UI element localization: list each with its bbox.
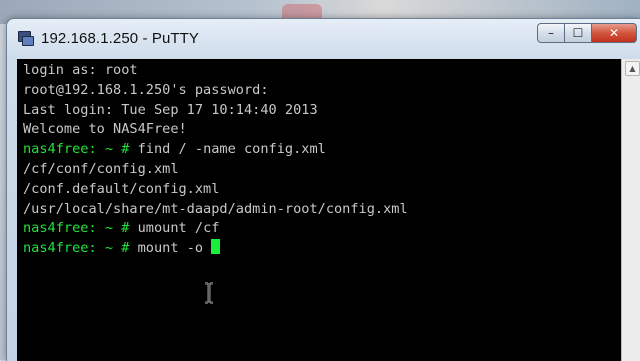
- scroll-up-arrow-icon[interactable]: ▲: [625, 61, 640, 76]
- shell-prompt: nas4free: ~ #: [23, 141, 130, 158]
- shell-command: mount -o: [129, 240, 212, 257]
- terminal-output: login as: root root@192.168.1.250's passw…: [23, 61, 408, 259]
- terminal-line: nas4free: ~ # find / -name config.xml: [23, 140, 408, 160]
- shell-command: umount /cf: [129, 220, 220, 237]
- output-text: Welcome to NAS4Free!: [23, 121, 187, 138]
- terminal-line: /cf/conf/config.xml: [23, 160, 408, 180]
- terminal-line: nas4free: ~ # umount /cf: [23, 219, 408, 239]
- scrollbar[interactable]: ▲: [621, 59, 640, 361]
- terminal-line: /usr/local/share/mt-daapd/admin-root/con…: [23, 200, 408, 220]
- terminal-cursor: [211, 239, 221, 255]
- maximize-button[interactable]: ☐: [565, 23, 592, 43]
- shell-prompt: nas4free: ~ #: [23, 220, 130, 237]
- terminal-area[interactable]: login as: root root@192.168.1.250's passw…: [17, 59, 621, 361]
- window-controls: – ☐ ✕: [537, 23, 637, 43]
- terminal-line: Welcome to NAS4Free!: [23, 120, 408, 140]
- shell-command: find / -name config.xml: [129, 141, 326, 158]
- title-bar[interactable]: 192.168.1.250 - PuTTY – ☐ ✕: [7, 19, 640, 57]
- output-text: Last login: Tue Sep 17 10:14:40 2013: [23, 101, 318, 118]
- terminal-line: root@192.168.1.250's password:: [23, 81, 408, 101]
- output-text: /conf.default/config.xml: [23, 180, 220, 197]
- terminal-line: /conf.default/config.xml: [23, 180, 408, 200]
- output-text: login as: root: [23, 62, 138, 78]
- minimize-button[interactable]: –: [537, 23, 565, 43]
- window-title: 192.168.1.250 - PuTTY: [41, 29, 200, 47]
- output-text: root@192.168.1.250's password:: [23, 81, 269, 98]
- terminal-line: login as: root: [23, 61, 408, 81]
- terminal-line: Last login: Tue Sep 17 10:14:40 2013: [23, 101, 408, 121]
- output-text: /cf/conf/config.xml: [23, 160, 179, 177]
- shell-prompt: nas4free: ~ #: [23, 240, 130, 257]
- putty-window: 192.168.1.250 - PuTTY – ☐ ✕ login as: ro…: [6, 18, 640, 361]
- output-text: /usr/local/share/mt-daapd/admin-root/con…: [23, 200, 408, 217]
- close-button[interactable]: ✕: [592, 23, 637, 43]
- terminal-line: nas4free: ~ # mount -o: [23, 239, 408, 259]
- text-cursor-icon: [205, 282, 213, 304]
- putty-icon[interactable]: [17, 30, 34, 46]
